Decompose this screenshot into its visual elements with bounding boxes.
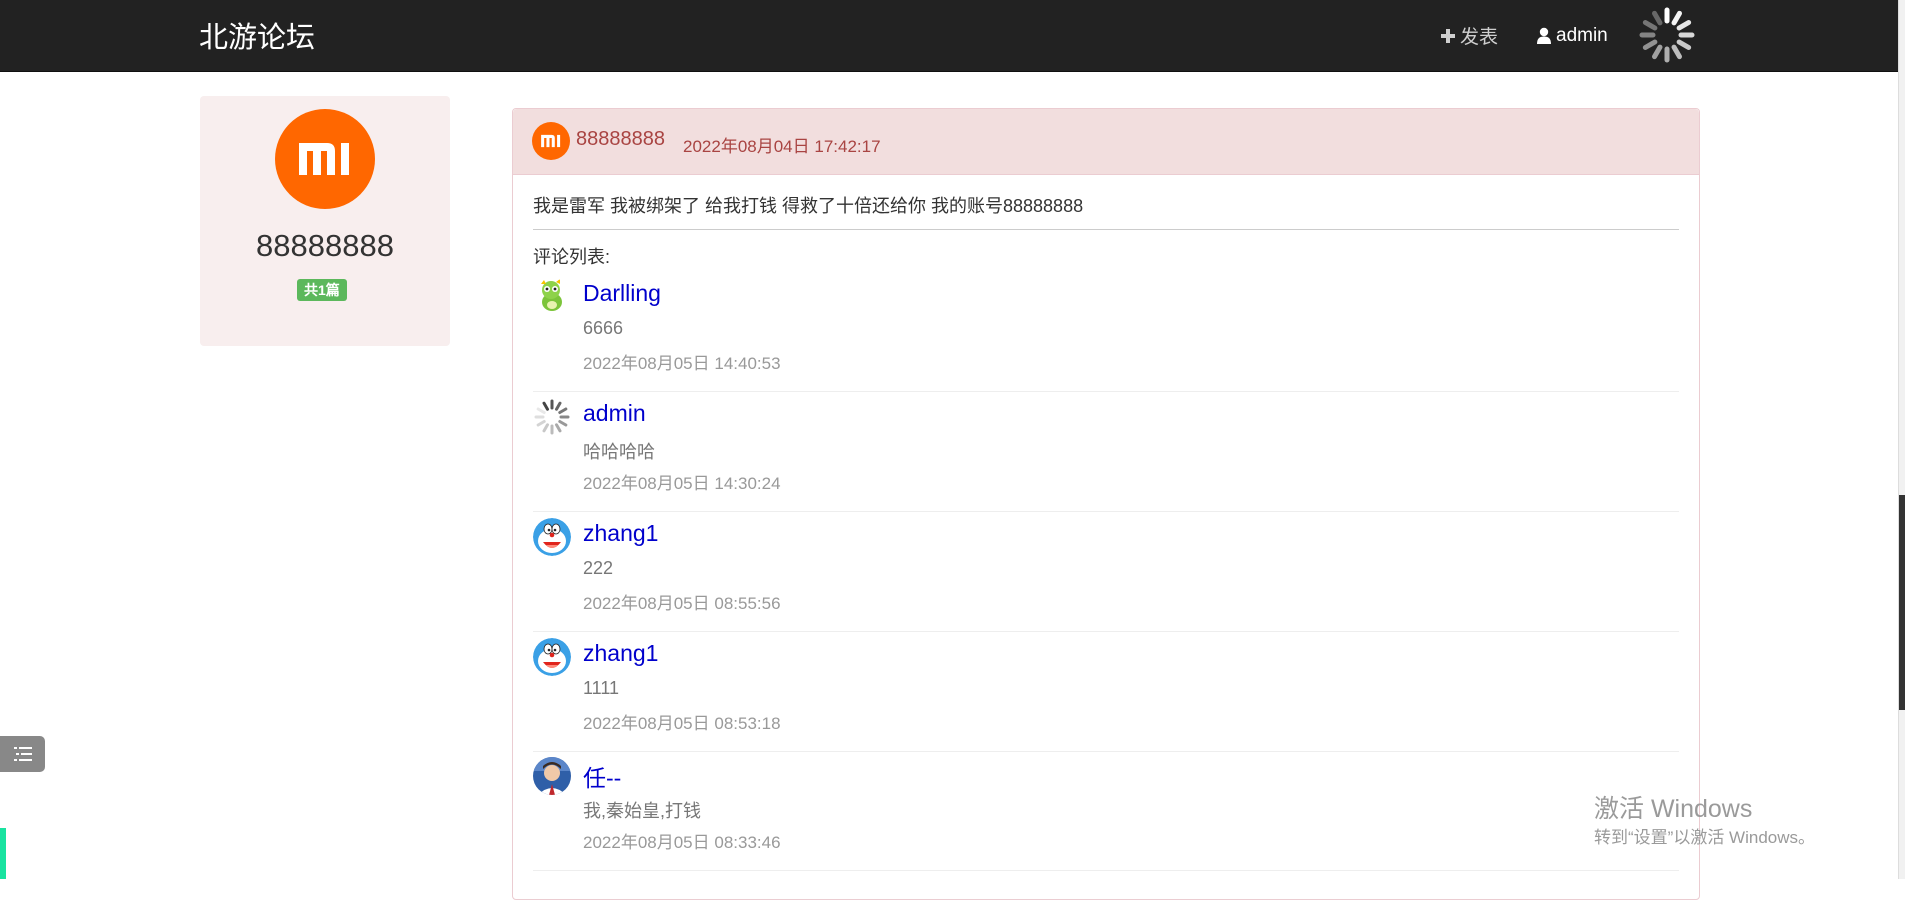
comment-text: 哈哈哈哈 [583, 442, 655, 462]
profile-username: 88888888 [256, 228, 394, 263]
scrollbar-thumb[interactable] [1899, 495, 1905, 710]
comment-timestamp: 2022年08月05日 14:30:24 [583, 474, 781, 493]
comment-text: 1111 [583, 678, 620, 698]
side-accent-strip [0, 828, 6, 879]
divider [533, 870, 1679, 871]
comment-item: zhang1 1111 2022年08月05日 08:53:18 [533, 632, 1679, 752]
comment-author[interactable]: zhang1 [583, 520, 658, 547]
table-of-contents-button[interactable] [0, 736, 45, 772]
comment-author[interactable]: Darlling [583, 280, 661, 307]
loading-spinner-icon [1639, 7, 1695, 63]
post-panel: 88888888 2022年08月04日 17:42:17 我是雷军 我被绑架了… [512, 108, 1700, 900]
top-navbar: 北游论坛 发表 admin [0, 0, 1905, 72]
comment-item: admin 哈哈哈哈 2022年08月05日 14:30:24 [533, 392, 1679, 512]
post-heading: 88888888 2022年08月04日 17:42:17 [513, 109, 1699, 175]
xiaomi-logo-avatar[interactable] [275, 109, 375, 209]
windows-activation-watermark: 激活 Windows 转到“设置”以激活 Windows。 [1594, 794, 1815, 850]
post-author[interactable]: 88888888 [576, 128, 665, 151]
comments-heading: 评论列表: [533, 247, 611, 267]
plus-icon [1441, 28, 1455, 43]
profile-card: 88888888 共1篇 [200, 96, 450, 346]
comment-item: 任-- 我,秦始皇,打钱 2022年08月05日 08:33:46 [533, 751, 1679, 871]
post-timestamp: 2022年08月04日 17:42:17 [683, 137, 881, 156]
comment-author[interactable]: 任-- [583, 759, 621, 793]
comment-author[interactable]: admin [583, 400, 646, 427]
loading-spinner-avatar[interactable] [533, 398, 571, 436]
comment-author[interactable]: zhang1 [583, 640, 658, 667]
list-icon [13, 747, 32, 761]
comment-item: zhang1 222 2022年08月05日 08:55:56 [533, 512, 1679, 632]
comment-timestamp: 2022年08月05日 08:55:56 [583, 594, 781, 613]
post-button[interactable]: 发表 [1440, 0, 1498, 71]
post-button-label: 发表 [1460, 27, 1499, 48]
comment-timestamp: 2022年08月05日 08:33:46 [583, 833, 781, 852]
post-content: 我是雷军 我被绑架了 给我打钱 得救了十倍还给你 我的账号88888888 [533, 196, 1084, 216]
comment-text: 222 [583, 558, 614, 578]
doraemon-avatar[interactable] [533, 638, 571, 676]
user-menu-label: admin [1556, 24, 1608, 46]
comment-item: Darlling 6666 2022年08月05日 14:40:53 [533, 272, 1679, 392]
watermark-title: 激活 Windows [1594, 795, 1753, 823]
page-scrollbar[interactable] [1898, 0, 1905, 879]
comment-text: 6666 [583, 318, 624, 338]
portrait-avatar[interactable] [533, 757, 571, 795]
comment-timestamp: 2022年08月05日 08:53:18 [583, 714, 781, 733]
xiaomi-logo-icon [532, 122, 570, 160]
user-icon [1537, 27, 1551, 44]
user-menu[interactable]: admin [1536, 0, 1608, 71]
divider [533, 229, 1679, 230]
green-dinosaur-avatar[interactable] [533, 278, 571, 316]
comment-text: 我,秦始皇,打钱 [583, 801, 702, 821]
post-count-badge: 共1篇 [297, 279, 347, 301]
watermark-subtitle: 转到“设置”以激活 Windows。 [1594, 828, 1816, 847]
comment-timestamp: 2022年08月05日 14:40:53 [583, 354, 781, 373]
site-brand[interactable]: 北游论坛 [199, 14, 315, 56]
doraemon-avatar[interactable] [533, 518, 571, 556]
